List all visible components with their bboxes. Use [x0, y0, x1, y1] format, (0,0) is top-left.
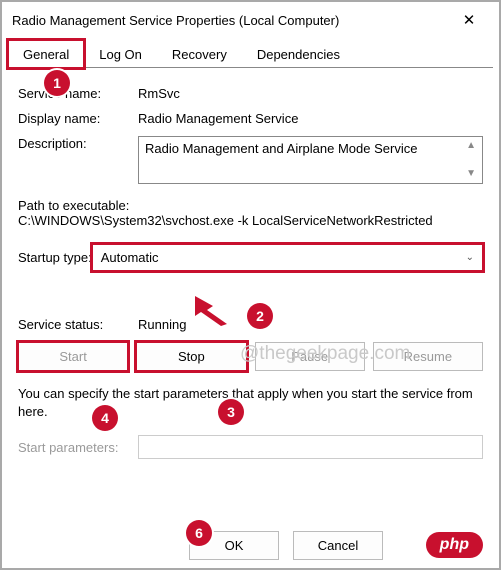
- annotation-badge-3: 3: [218, 399, 244, 425]
- start-params-hint: You can specify the start parameters tha…: [18, 385, 483, 421]
- chevron-down-icon: ⌄: [466, 252, 474, 263]
- start-params-label: Start parameters:: [18, 440, 138, 455]
- start-params-input[interactable]: [138, 435, 483, 459]
- startup-type-row: Startup type: Automatic ⌄: [18, 244, 483, 271]
- service-name-value: RmSvc: [138, 86, 483, 101]
- display-name-value: Radio Management Service: [138, 111, 483, 126]
- description-label: Description:: [18, 136, 138, 151]
- display-name-row: Display name: Radio Management Service: [18, 111, 483, 126]
- tab-general[interactable]: General: [8, 40, 84, 68]
- start-params-row: Start parameters:: [18, 435, 483, 459]
- start-button[interactable]: Start: [18, 342, 128, 371]
- path-value: C:\WINDOWS\System32\svchost.exe -k Local…: [18, 213, 483, 228]
- tab-strip: General Log On Recovery Dependencies: [0, 40, 501, 68]
- annotation-badge-6: 6: [186, 520, 212, 546]
- description-scroll: ▲ ▼: [466, 141, 476, 179]
- startup-type-select[interactable]: Automatic ⌄: [92, 244, 483, 271]
- titlebar: Radio Management Service Properties (Loc…: [0, 0, 501, 34]
- resume-button[interactable]: Resume: [373, 342, 483, 371]
- annotation-badge-4: 4: [92, 405, 118, 431]
- tab-dependencies[interactable]: Dependencies: [242, 40, 355, 68]
- startup-type-label: Startup type:: [18, 250, 92, 265]
- php-badge: php: [426, 532, 483, 558]
- chevron-down-icon[interactable]: ▼: [466, 169, 476, 179]
- stop-button[interactable]: Stop: [136, 342, 246, 371]
- service-status-label: Service status:: [18, 317, 138, 332]
- window-title: Radio Management Service Properties (Loc…: [12, 13, 339, 28]
- service-name-row: Service name: RmSvc: [18, 86, 483, 101]
- close-icon[interactable]: ✕: [449, 11, 489, 29]
- path-label: Path to executable:: [18, 198, 483, 213]
- annotation-badge-2: 2: [247, 303, 273, 329]
- startup-type-value: Automatic: [101, 250, 159, 265]
- description-text: Radio Management and Airplane Mode Servi…: [145, 141, 417, 179]
- service-control-buttons: Start Stop Pause Resume: [18, 342, 483, 371]
- service-name-label: Service name:: [18, 86, 138, 101]
- tab-panel-general: Service name: RmSvc Display name: Radio …: [8, 67, 493, 467]
- description-row: Description: Radio Management and Airpla…: [18, 136, 483, 184]
- description-box[interactable]: Radio Management and Airplane Mode Servi…: [138, 136, 483, 184]
- tab-logon[interactable]: Log On: [84, 40, 157, 68]
- display-name-label: Display name:: [18, 111, 138, 126]
- path-block: Path to executable: C:\WINDOWS\System32\…: [18, 198, 483, 228]
- cancel-button[interactable]: Cancel: [293, 531, 383, 560]
- service-status-value: Running: [138, 317, 483, 332]
- tab-recovery[interactable]: Recovery: [157, 40, 242, 68]
- annotation-badge-1: 1: [44, 70, 70, 96]
- chevron-up-icon[interactable]: ▲: [466, 141, 476, 151]
- pause-button[interactable]: Pause: [255, 342, 365, 371]
